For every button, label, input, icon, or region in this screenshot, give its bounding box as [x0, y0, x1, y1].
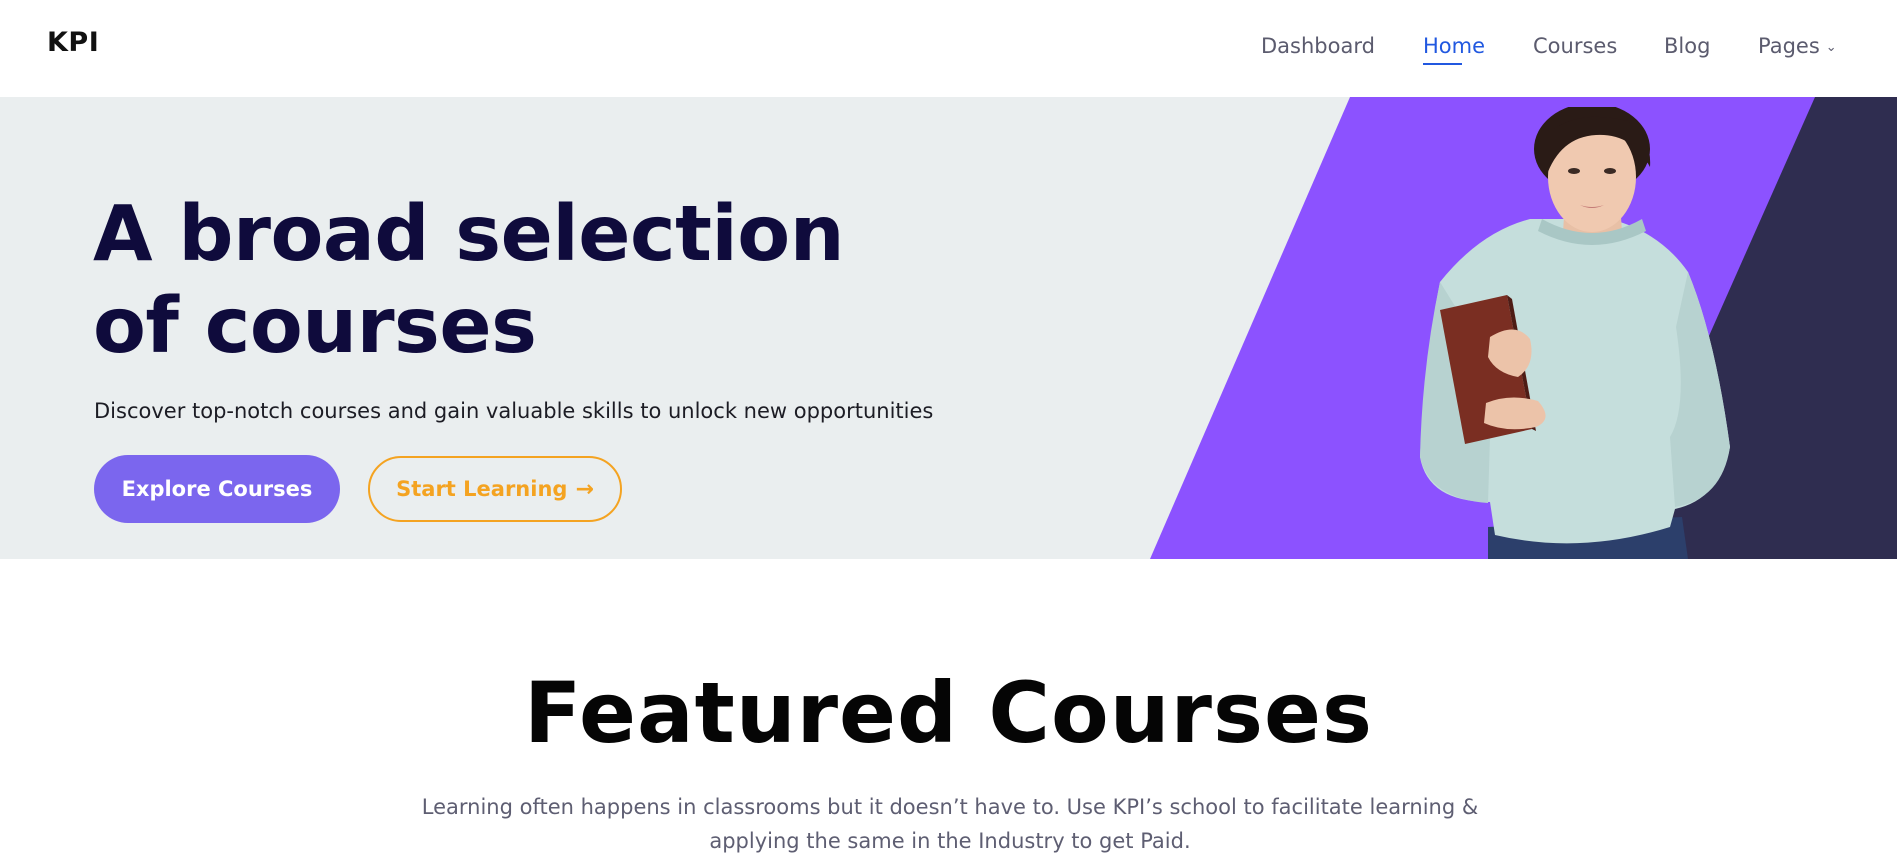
featured-courses-description: Learning often happens in classrooms but…	[420, 790, 1480, 856]
start-learning-button[interactable]: Start Learning →	[368, 456, 622, 522]
nav-item-pages[interactable]: Pages ⌄	[1758, 33, 1837, 61]
explore-courses-button[interactable]: Explore Courses	[94, 455, 340, 523]
hero-subtitle: Discover top-notch courses and gain valu…	[94, 399, 934, 423]
nav-item-blog[interactable]: Blog	[1664, 33, 1710, 59]
active-nav-indicator	[1423, 63, 1462, 65]
nav-item-home[interactable]: Home	[1423, 33, 1485, 59]
hero-title: A broad selection of courses	[93, 189, 913, 373]
student-image	[1420, 107, 1730, 559]
hero-title-line-2: of courses	[93, 282, 537, 371]
hero-title-line-1: A broad selection	[93, 190, 845, 279]
chevron-down-icon: ⌄	[1825, 40, 1837, 55]
main-nav: Dashboard Home Courses Blog Pages ⌄	[0, 33, 1897, 63]
featured-description-line-1: Learning often happens in classrooms but…	[421, 795, 1479, 819]
nav-item-dashboard[interactable]: Dashboard	[1261, 33, 1375, 59]
nav-item-pages-label: Pages	[1758, 34, 1820, 58]
featured-description-line-2: applying the same in the Industry to get…	[709, 829, 1191, 853]
site-header: KPI Dashboard Home Courses Blog Pages ⌄	[0, 0, 1897, 97]
hero-section: A broad selection of courses Discover to…	[0, 97, 1897, 559]
explore-courses-label: Explore Courses	[121, 477, 313, 501]
arrow-right-icon: →	[575, 476, 594, 502]
featured-courses-title: Featured Courses	[524, 664, 1373, 762]
start-learning-label: Start Learning	[396, 477, 568, 501]
nav-item-courses[interactable]: Courses	[1533, 33, 1617, 59]
